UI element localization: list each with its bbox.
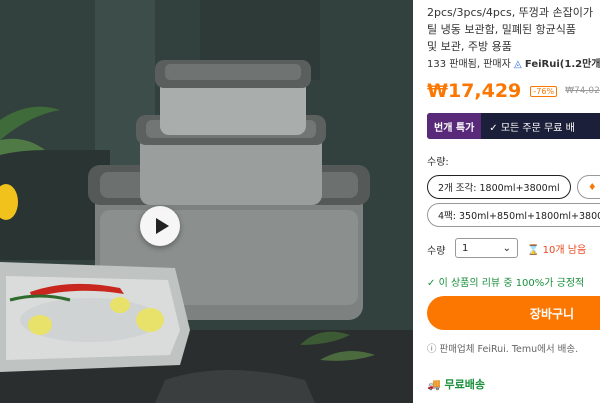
stock-text: 10개 남음 [542, 245, 587, 256]
add-to-cart-label: 장바구니 [529, 306, 575, 321]
original-price: ₩74,022 [565, 86, 600, 96]
lightning-deal-banner[interactable]: 번개 특가 ✓ 모든 주문 무료 배 [427, 113, 600, 139]
shipping-text: 무료배송 [444, 378, 486, 391]
add-to-cart-button[interactable]: 장바구니 [427, 296, 600, 330]
review-summary[interactable]: ✓ 이 상품의 리뷰 중 100%가 긍정적 [427, 274, 584, 289]
quantity-select[interactable]: 1 ⌄ [455, 238, 518, 258]
check-icon: ✓ [427, 278, 436, 289]
lightning-deal-label: 번개 특가 [427, 113, 482, 139]
title-line-3: 및 보관, 주방 용품 [427, 40, 512, 53]
price-row: ₩17,429 -76% ₩74,022 모든 [427, 80, 600, 102]
sold-count: 133 판매됨, 판매자 [427, 59, 511, 70]
review-text: 이 상품의 리뷰 중 100%가 긍정적 [438, 278, 585, 289]
product-image[interactable] [0, 0, 413, 403]
stock-warning: ⌛ 10개 남음 [527, 241, 586, 256]
sold-by-info: ⓘ 판매업체 FeiRui. Temu에서 배송. [427, 341, 578, 355]
seller-icon: ◬ [514, 59, 522, 70]
product-title[interactable]: 2pcs/3pcs/4pcs, 뚜껑과 손잡이가 틸 냉동 보관함, 밀폐된 항… [427, 4, 600, 55]
sold-by-text: 판매업체 FeiRui. Temu에서 배송. [439, 344, 579, 355]
product-photo-illustration [0, 0, 413, 403]
flame-icon: ♦ [588, 181, 597, 193]
play-video-button[interactable] [140, 206, 180, 246]
seller-link[interactable]: FeiRui(1.2만개 [525, 59, 600, 70]
option-4-pack[interactable]: 4팩: 350ml+850ml+1800ml+3800 [427, 203, 600, 227]
quantity-value: 1 [462, 242, 469, 254]
title-line-2: 틸 냉동 보관함, 밀폐된 항균식품 [427, 23, 577, 36]
discount-badge: -76% [530, 85, 558, 97]
info-icon: ⓘ [427, 344, 437, 355]
free-shipping-label: ✓ 모든 주문 무료 배 [489, 122, 575, 134]
current-price: ₩17,429 [427, 80, 522, 102]
option-3-pack[interactable]: ♦ [577, 175, 600, 199]
chevron-down-icon: ⌄ [502, 242, 511, 254]
sales-meta: 133 판매됨, 판매자 ◬ FeiRui(1.2만개 [427, 55, 600, 70]
truck-icon: 🚚 [427, 378, 441, 391]
option-label: 수량: [427, 157, 449, 168]
title-line-1: 2pcs/3pcs/4pcs, 뚜껑과 손잡이가 [427, 6, 594, 19]
product-info-panel: 2pcs/3pcs/4pcs, 뚜껑과 손잡이가 틸 냉동 보관함, 밀폐된 항… [427, 0, 600, 403]
quantity-label: 수량 [427, 246, 446, 257]
option-2-pack[interactable]: 2개 조각: 1800ml+3800ml [427, 175, 571, 199]
hourglass-icon: ⌛ [527, 245, 540, 256]
free-shipping-info[interactable]: 🚚 무료배송 [427, 376, 485, 392]
